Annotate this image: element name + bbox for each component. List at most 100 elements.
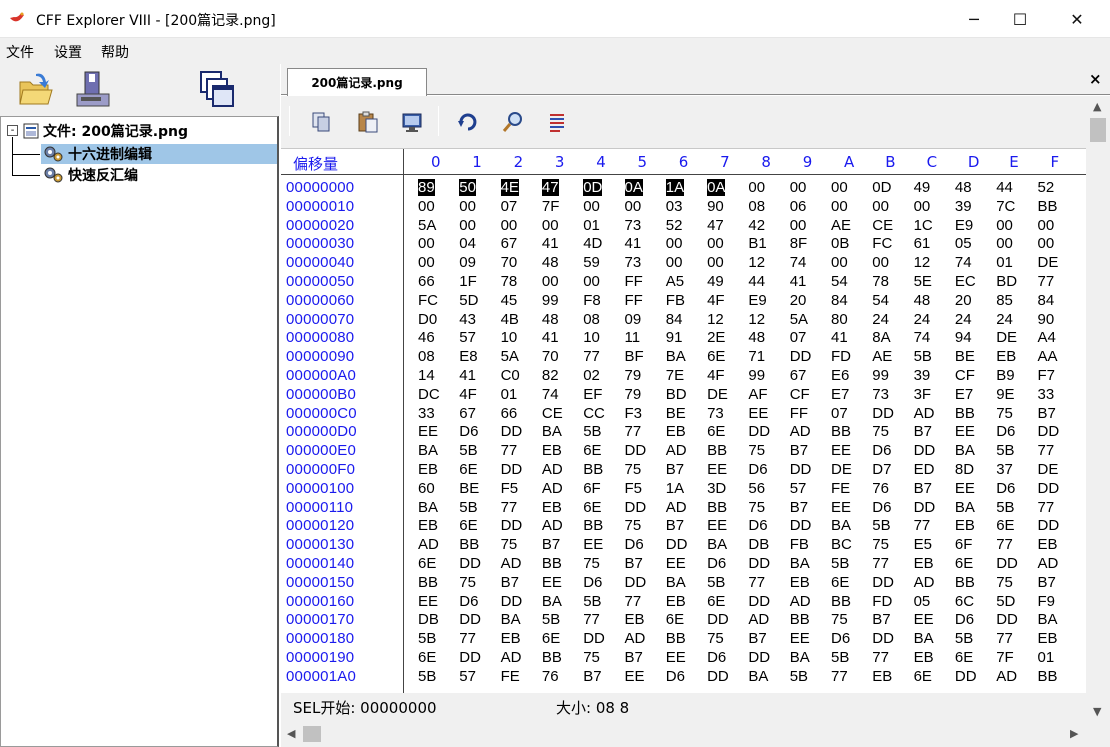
hex-byte[interactable]: 1F (459, 273, 477, 290)
hex-byte[interactable]: 75 (625, 517, 642, 534)
hex-byte[interactable]: EE (748, 405, 768, 422)
hex-byte[interactable]: 5B (459, 442, 477, 459)
hex-byte[interactable]: 52 (1038, 179, 1055, 196)
hex-byte[interactable]: 5B (872, 517, 890, 534)
hex-byte[interactable]: 33 (1038, 386, 1055, 403)
list-icon[interactable] (547, 111, 569, 133)
hex-byte[interactable]: 6E (955, 555, 973, 572)
hex-byte[interactable]: 5B (790, 668, 808, 685)
hex-byte[interactable]: B7 (790, 499, 808, 516)
hex-byte[interactable]: 52 (666, 217, 683, 234)
hex-byte[interactable]: DD (459, 555, 481, 572)
hex-byte[interactable]: B7 (914, 423, 932, 440)
hex-byte[interactable]: E7 (955, 386, 973, 403)
hex-byte[interactable]: 77 (996, 630, 1013, 647)
hex-byte[interactable]: 66 (501, 405, 518, 422)
hex-byte[interactable]: F5 (625, 480, 643, 497)
hex-byte[interactable]: 6C (955, 593, 974, 610)
hex-byte[interactable]: 00 (831, 179, 848, 196)
hex-byte[interactable]: 24 (872, 311, 889, 328)
hex-byte[interactable]: DD (501, 593, 523, 610)
hex-byte[interactable]: DE (707, 386, 728, 403)
hex-byte[interactable]: BA (666, 574, 686, 591)
hex-byte[interactable]: 4E (500, 179, 519, 196)
hex-byte[interactable]: 79 (625, 386, 642, 403)
hex-byte[interactable]: D6 (459, 423, 478, 440)
hex-byte[interactable]: 00 (790, 179, 807, 196)
hex-byte[interactable]: 99 (542, 292, 559, 309)
hex-byte[interactable]: 00 (831, 198, 848, 215)
hex-byte[interactable]: EB (914, 649, 934, 666)
hex-byte[interactable]: EB (914, 555, 934, 572)
hex-byte[interactable]: AD (501, 649, 522, 666)
hex-byte[interactable]: 20 (955, 292, 972, 309)
hex-byte[interactable]: 09 (625, 311, 642, 328)
hex-byte[interactable]: B7 (748, 630, 766, 647)
hex-byte[interactable]: FB (666, 292, 685, 309)
hex-byte[interactable]: 75 (501, 536, 518, 553)
hex-byte[interactable]: BB (707, 442, 727, 459)
hex-byte[interactable]: 77 (625, 593, 642, 610)
hex-byte[interactable]: 00 (418, 198, 435, 215)
hex-byte[interactable]: 05 (914, 593, 931, 610)
hex-byte[interactable]: F3 (625, 405, 643, 422)
hex-byte[interactable]: DD (790, 517, 812, 534)
hex-byte[interactable]: 71 (748, 348, 765, 365)
hex-byte[interactable]: CF (790, 386, 810, 403)
hex-byte[interactable]: DD (501, 517, 523, 534)
tree-item-hex-editor[interactable]: 十六进制编辑 (41, 144, 277, 164)
hex-byte[interactable]: 00 (418, 235, 435, 252)
paste-icon[interactable] (357, 110, 379, 134)
hex-byte[interactable]: EB (418, 461, 438, 478)
hex-byte[interactable]: AD (914, 405, 935, 422)
hex-byte[interactable]: AD (418, 536, 439, 553)
hex-byte[interactable]: BA (707, 536, 727, 553)
scroll-up-icon[interactable]: ▲ (1093, 100, 1101, 113)
hex-byte[interactable]: FC (872, 235, 892, 252)
hex-byte[interactable]: 8D (955, 461, 974, 478)
hex-byte[interactable]: 7F (996, 649, 1014, 666)
hex-byte[interactable]: 0D (583, 179, 603, 196)
hex-byte[interactable]: 99 (872, 367, 889, 384)
hex-byte[interactable]: BE (955, 348, 975, 365)
hex-byte[interactable]: BB (666, 630, 686, 647)
hex-byte[interactable]: BB (790, 611, 810, 628)
hex-byte[interactable]: EB (996, 348, 1016, 365)
hex-byte[interactable]: A4 (1038, 329, 1056, 346)
hex-byte[interactable]: 47 (707, 217, 724, 234)
hex-byte[interactable]: DB (418, 611, 439, 628)
hex-byte[interactable]: 46 (418, 329, 435, 346)
hex-byte[interactable]: B7 (501, 574, 519, 591)
hex-byte[interactable]: 99 (748, 367, 765, 384)
hex-byte[interactable]: 77 (914, 517, 931, 534)
hex-byte[interactable]: BB (542, 649, 562, 666)
hex-byte[interactable]: D6 (459, 593, 478, 610)
hex-byte[interactable]: 41 (831, 329, 848, 346)
hex-byte[interactable]: 08 (748, 198, 765, 215)
hex-byte[interactable]: EB (418, 517, 438, 534)
hex-byte[interactable]: 5B (914, 348, 932, 365)
hex-byte[interactable]: 39 (914, 367, 931, 384)
hex-byte[interactable]: 75 (748, 499, 765, 516)
hex-byte[interactable]: E5 (914, 536, 932, 553)
hex-byte[interactable]: 3F (914, 386, 932, 403)
hex-byte[interactable]: DD (1038, 423, 1060, 440)
hex-byte[interactable]: EE (914, 611, 934, 628)
hex-byte[interactable]: 79 (625, 367, 642, 384)
hex-byte[interactable]: 84 (666, 311, 683, 328)
hex-byte[interactable]: 89 (418, 179, 435, 196)
hex-byte[interactable]: BD (666, 386, 687, 403)
hex-byte[interactable]: 48 (542, 311, 559, 328)
hex-byte[interactable]: 39 (955, 198, 972, 215)
hex-byte[interactable]: 08 (418, 348, 435, 365)
hex-byte[interactable]: 00 (996, 235, 1013, 252)
hex-byte[interactable]: DE (831, 461, 852, 478)
hex-byte[interactable]: DD (748, 555, 770, 572)
hex-byte[interactable]: 94 (955, 329, 972, 346)
hex-byte[interactable]: EE (418, 423, 438, 440)
hex-byte[interactable]: 90 (1038, 311, 1055, 328)
hex-byte[interactable]: BA (831, 517, 851, 534)
hex-byte[interactable]: 59 (583, 254, 600, 271)
hex-byte[interactable]: BA (542, 593, 562, 610)
hex-byte[interactable]: FE (831, 480, 850, 497)
